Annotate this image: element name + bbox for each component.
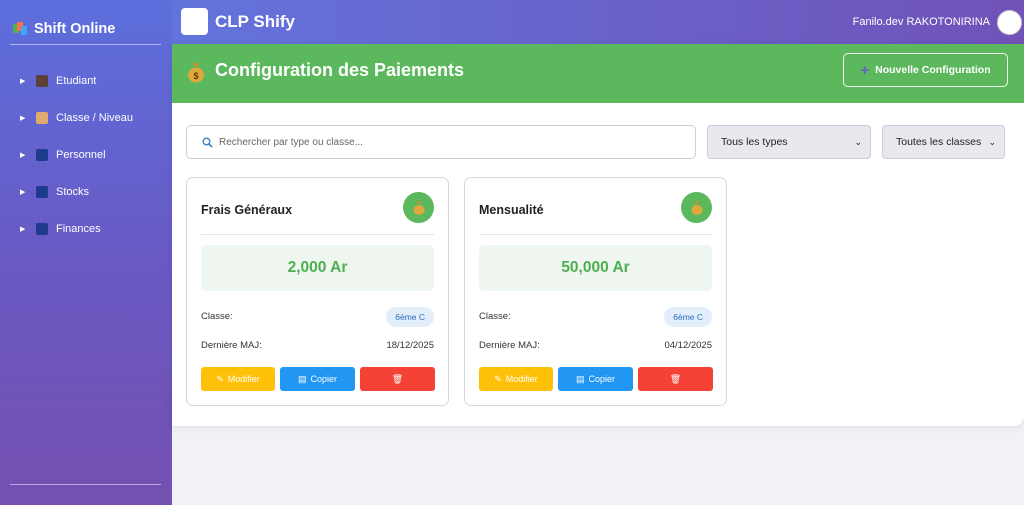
money-bag-icon	[403, 192, 434, 223]
class-select-value: Toutes les classes	[896, 136, 982, 148]
brand-logo-icon	[13, 22, 27, 36]
expand-arrow-icon: ▶	[20, 151, 26, 159]
card-divider	[479, 234, 712, 235]
updated-label: Dernière MAJ:	[479, 340, 540, 351]
money-bag-icon	[681, 192, 712, 223]
copy-button[interactable]: ▤ Copier	[558, 367, 633, 391]
edit-button[interactable]: ✎ Modifier	[479, 367, 553, 391]
edit-label: Modifier	[227, 374, 260, 384]
avatar[interactable]	[997, 10, 1022, 35]
sidebar-nav: ▶ Etudiant ▶ Classe / Niveau ▶ Personnel…	[0, 62, 172, 247]
clipboard-icon: ▤	[297, 373, 307, 384]
sidebar-item-label: Stocks	[56, 185, 90, 198]
new-configuration-label: Nouvelle Configuration	[875, 64, 991, 76]
sidebar-item-personnel[interactable]: ▶ Personnel	[0, 136, 172, 173]
amount: 2,000 Ar	[201, 245, 434, 291]
expand-arrow-icon: ▶	[20, 114, 26, 122]
topbar: CLP Shify Fanilo.dev RAKOTONIRINA	[172, 0, 1024, 44]
school-icon	[36, 111, 48, 124]
copy-label: Copier	[310, 374, 338, 384]
search-input[interactable]	[219, 136, 689, 148]
user-name[interactable]: Fanilo.dev RAKOTONIRINA	[853, 16, 990, 28]
expand-arrow-icon: ▶	[20, 77, 26, 85]
sidebar-item-label: Etudiant	[56, 74, 97, 87]
updated-value: 18/12/2025	[386, 340, 434, 351]
finances-icon	[36, 222, 48, 235]
class-label: Classe:	[201, 311, 233, 322]
card-divider	[201, 234, 434, 235]
sidebar-item-stocks[interactable]: ▶ Stocks	[0, 173, 172, 210]
svg-text:$: $	[193, 71, 198, 81]
copy-label: Copier	[588, 374, 616, 384]
edit-button[interactable]: ✎ Modifier	[201, 367, 275, 391]
updated-value: 04/12/2025	[664, 340, 712, 351]
staff-icon	[36, 148, 48, 161]
amount: 50,000 Ar	[479, 245, 712, 291]
main-panel: $ Configuration des Paiements + Nouvelle…	[172, 44, 1024, 426]
app-logo[interactable]	[181, 8, 208, 35]
trash-icon: 🗑	[669, 373, 682, 384]
plus-icon: +	[860, 61, 870, 79]
card-title: Mensualité	[479, 203, 544, 217]
sidebar-item-label: Finances	[56, 222, 101, 235]
search-icon	[202, 137, 213, 148]
payment-card: Frais Généraux 2,000 Ar Classe: 6ème C D…	[186, 177, 449, 406]
sidebar-item-label: Classe / Niveau	[56, 111, 134, 124]
new-configuration-button[interactable]: + Nouvelle Configuration	[843, 53, 1008, 87]
brand-name: Shift Online	[34, 21, 116, 37]
page-header: $ Configuration des Paiements + Nouvelle…	[172, 44, 1024, 103]
app-title: CLP Shify	[215, 12, 295, 31]
expand-arrow-icon: ▶	[20, 225, 26, 233]
pencil-icon: ✎	[494, 373, 502, 384]
expand-arrow-icon: ▶	[20, 188, 26, 196]
brand[interactable]: Shift Online	[0, 0, 172, 44]
copy-button[interactable]: ▤ Copier	[280, 367, 355, 391]
page-title: Configuration des Paiements	[215, 60, 465, 80]
sidebar-item-classe-niveau[interactable]: ▶ Classe / Niveau	[0, 99, 172, 136]
type-select[interactable]: Tous les types ⌄	[707, 125, 871, 159]
class-badge: 6ème C	[386, 307, 434, 327]
edit-label: Modifier	[505, 374, 538, 384]
sidebar-divider-top	[10, 44, 161, 45]
search-field[interactable]	[186, 125, 696, 159]
class-badge: 6ème C	[664, 307, 712, 327]
payment-card: Mensualité 50,000 Ar Classe: 6ème C Dern…	[464, 177, 727, 406]
type-select-value: Tous les types	[721, 136, 788, 148]
money-bag-icon: $	[188, 63, 204, 83]
student-icon	[36, 74, 48, 87]
clipboard-icon: ▤	[575, 373, 585, 384]
pencil-icon: ✎	[216, 373, 224, 384]
chevron-down-icon: ⌄	[854, 137, 862, 147]
sidebar-divider-bottom	[10, 484, 161, 485]
sidebar-item-etudiant[interactable]: ▶ Etudiant	[0, 62, 172, 99]
stocks-icon	[36, 185, 48, 198]
sidebar: Shift Online ▶ Etudiant ▶ Classe / Nivea…	[0, 0, 172, 505]
trash-icon: 🗑	[391, 373, 404, 384]
sidebar-item-finances[interactable]: ▶ Finances	[0, 210, 172, 247]
sidebar-item-label: Personnel	[56, 148, 106, 161]
updated-label: Dernière MAJ:	[201, 340, 262, 351]
delete-button[interactable]: 🗑	[360, 367, 435, 391]
class-label: Classe:	[479, 311, 511, 322]
chevron-down-icon: ⌄	[988, 137, 996, 147]
class-select[interactable]: Toutes les classes ⌄	[882, 125, 1005, 159]
card-title: Frais Généraux	[201, 203, 293, 217]
delete-button[interactable]: 🗑	[638, 367, 713, 391]
